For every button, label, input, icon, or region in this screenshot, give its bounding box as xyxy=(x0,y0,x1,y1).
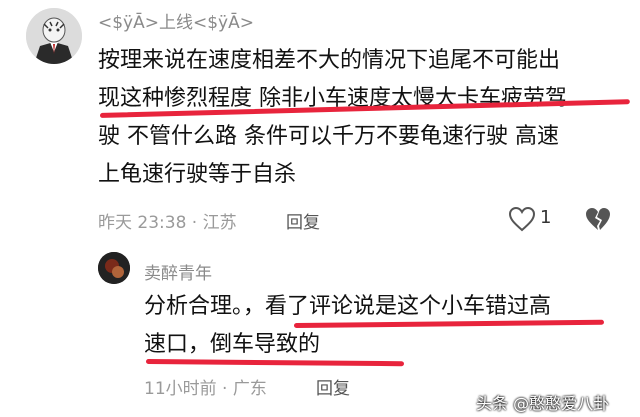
dark-photo-avatar-icon xyxy=(98,252,130,284)
comment1-avatar[interactable] xyxy=(26,8,82,64)
comment1-line-4: 上龟速行驶等于自杀 xyxy=(98,162,297,187)
comment1-meta: 昨天 23:38 · 江苏 xyxy=(98,213,237,233)
comment1-line-1: 按理来说在速度相差不大的情况下追尾不可能出 xyxy=(98,48,561,73)
comment2-meta: 11小时前 · 广东 xyxy=(144,379,267,399)
highlight-underline xyxy=(145,359,405,367)
comment1-line-3: 驶 不管什么路 条件可以千万不要龟速行驶 高速 xyxy=(98,124,559,149)
comment1-reply-button[interactable]: 回复 xyxy=(286,208,320,233)
comment2-username[interactable]: 卖醉青年 xyxy=(144,259,212,284)
comment2-avatar[interactable] xyxy=(98,252,130,284)
heart-outline-icon xyxy=(508,206,536,232)
comment1-like-button[interactable]: 1 xyxy=(508,204,558,234)
tiger-suit-avatar-icon xyxy=(26,8,82,64)
comment1-like-count: 1 xyxy=(540,207,552,228)
comment1-username[interactable]: <$ÿĀ>上线<$ÿĀ> xyxy=(98,8,254,33)
comment2-reply-button[interactable]: 回复 xyxy=(316,374,350,399)
watermark: 头条 @憨憨爱八卦 xyxy=(476,394,610,413)
comment1-dislike-button[interactable] xyxy=(584,206,612,232)
broken-heart-icon xyxy=(586,208,610,230)
